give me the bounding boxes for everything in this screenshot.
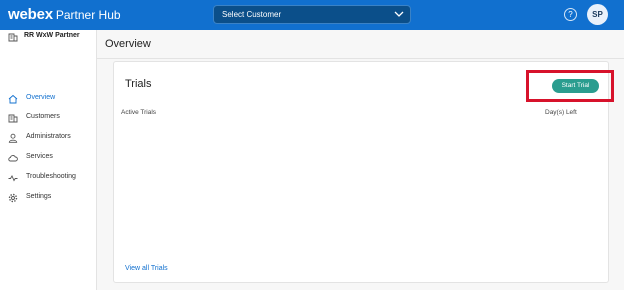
home-icon bbox=[8, 94, 18, 104]
sidebar-item-troubleshooting[interactable]: Troubleshooting bbox=[8, 172, 97, 184]
top-bar: webex Partner Hub Select Customer ? SP bbox=[0, 0, 624, 30]
view-all-trials-link[interactable]: View all Trials bbox=[125, 265, 168, 272]
chevron-down-icon bbox=[394, 11, 404, 17]
sidebar-item-settings[interactable]: Settings bbox=[8, 192, 97, 204]
sidebar-item-label: Services bbox=[26, 153, 53, 160]
help-icon[interactable]: ? bbox=[564, 8, 577, 21]
gear-icon bbox=[8, 193, 18, 203]
product-name: Partner Hub bbox=[55, 8, 121, 22]
sidebar-item-label: Customers bbox=[26, 113, 60, 120]
page-title: Overview bbox=[105, 38, 151, 50]
sidebar-item-overview[interactable]: Overview bbox=[8, 93, 97, 105]
customer-select[interactable]: Select Customer bbox=[213, 5, 411, 24]
building-icon bbox=[8, 33, 18, 42]
avatar[interactable]: SP bbox=[587, 4, 608, 25]
active-trials-column-header: Active Trials bbox=[121, 109, 157, 116]
person-icon bbox=[8, 133, 18, 143]
highlight-box bbox=[526, 70, 614, 102]
cloud-icon bbox=[8, 155, 18, 162]
days-left-column-header: Day(s) Left bbox=[545, 109, 577, 116]
building-icon bbox=[8, 114, 18, 123]
trials-card-title: Trials bbox=[125, 78, 152, 90]
sidebar-item-label: Administrators bbox=[26, 133, 71, 140]
sidebar-item-customers[interactable]: Customers bbox=[8, 112, 97, 124]
brand[interactable]: webex Partner Hub bbox=[8, 6, 121, 24]
customer-select-label: Select Customer bbox=[222, 10, 282, 19]
sidebar-item-label: Settings bbox=[26, 193, 52, 200]
sidebar-item-administrators[interactable]: Administrators bbox=[8, 132, 97, 144]
org-name: RR WxW Partner bbox=[24, 32, 80, 39]
webex-logo: webex bbox=[8, 6, 53, 23]
pulse-icon bbox=[8, 175, 18, 182]
sidebar-item-label: Troubleshooting bbox=[26, 173, 76, 180]
sidebar-item-services[interactable]: Services bbox=[8, 152, 97, 164]
org-header: RR WxW Partner bbox=[8, 31, 98, 43]
sidebar-item-label: Overview bbox=[26, 94, 56, 101]
header-divider bbox=[97, 58, 624, 59]
